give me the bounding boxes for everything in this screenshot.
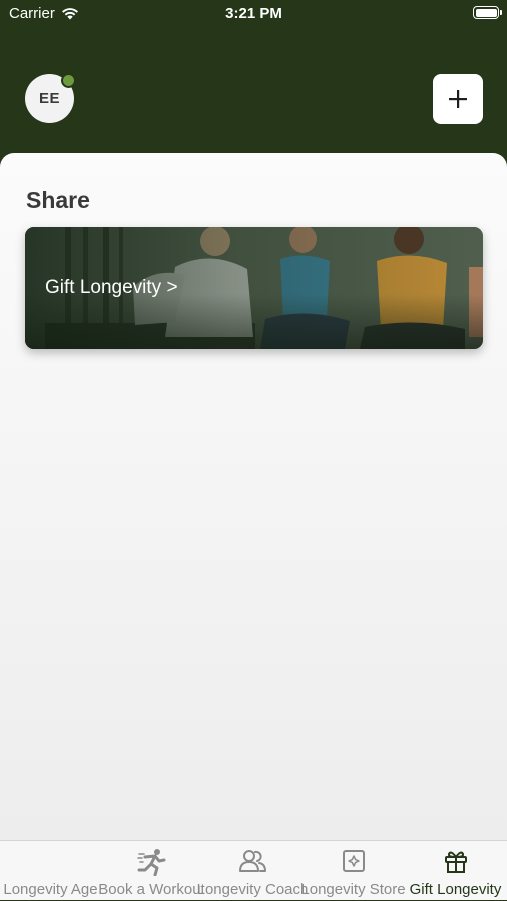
tab-label: Longevity Store <box>301 881 406 898</box>
gift-longevity-card[interactable]: Gift Longevity > <box>25 227 483 349</box>
avatar[interactable]: EE <box>25 73 76 123</box>
tab-bar: Longevity Age Book a Workout Longevity C… <box>0 840 507 900</box>
people-icon <box>238 850 266 872</box>
content-sheet: Share Gift Longevity > <box>0 153 507 840</box>
avatar-initials: EE <box>38 90 60 107</box>
store-icon <box>342 850 365 872</box>
tab-gift-longevity[interactable]: Gift Longevity <box>404 841 507 901</box>
tab-longevity-store[interactable]: Longevity Store <box>301 841 406 901</box>
battery-icon <box>473 6 502 19</box>
tab-label: Longevity Coach <box>196 881 309 898</box>
tab-book-a-workout[interactable]: Book a Workout <box>98 841 205 901</box>
tab-label: Gift Longevity <box>409 881 502 898</box>
runner-icon <box>136 849 165 876</box>
add-button[interactable] <box>433 74 483 124</box>
gift-icon <box>444 851 467 873</box>
online-status-dot <box>61 73 76 88</box>
gift-longevity-link[interactable]: Gift Longevity > <box>45 277 178 299</box>
plus-icon <box>449 90 467 108</box>
section-title: Share <box>26 187 90 213</box>
tab-label: Book a Workout <box>98 881 205 898</box>
tab-longevity-coach[interactable]: Longevity Coach <box>197 841 308 901</box>
tab-label: Longevity Age <box>3 881 98 898</box>
status-bar: Carrier 3:21 PM <box>0 0 507 30</box>
tab-longevity-age[interactable]: Longevity Age <box>0 841 101 901</box>
status-time: 3:21 PM <box>225 5 282 22</box>
